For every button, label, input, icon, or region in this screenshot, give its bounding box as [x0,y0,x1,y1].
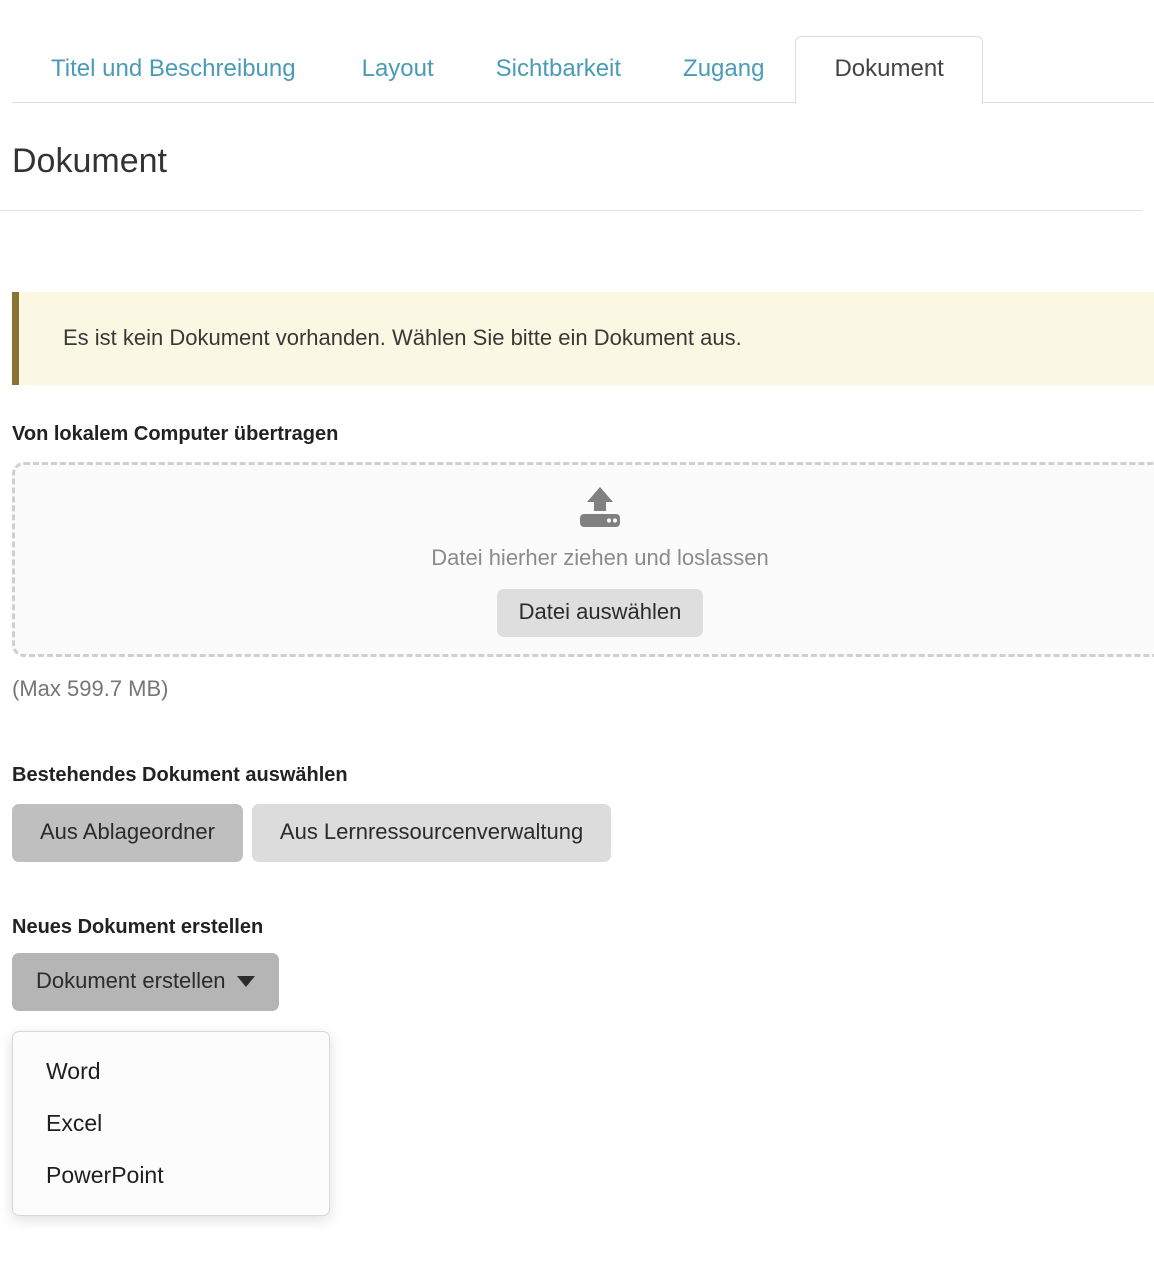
menu-item-excel[interactable]: Excel [13,1098,329,1150]
create-document-section: Neues Dokument erstellen Dokument erstel… [0,915,1154,1217]
tab-bar: Titel und Beschreibung Layout Sichtbarke… [0,0,1154,104]
tab-titel-und-beschreibung[interactable]: Titel und Beschreibung [12,36,331,103]
menu-item-powerpoint[interactable]: PowerPoint [13,1150,329,1202]
dropzone-text: Datei hierher ziehen und loslassen [431,545,769,571]
alert-message: Es ist kein Dokument vorhanden. Wählen S… [63,324,742,350]
local-upload-section: Von lokalem Computer übertragen Datei hi… [0,422,1154,702]
from-learning-resource-management-button[interactable]: Aus Lernressourcenverwaltung [251,804,612,863]
title-divider [0,209,1142,211]
choose-file-button[interactable]: Datei auswählen [496,589,704,638]
create-document-dropdown-button[interactable]: Dokument erstellen [12,953,279,1012]
existing-document-buttons: Aus Ablageordner Aus Lernressourcenverwa… [12,804,1154,863]
tab-sichtbarkeit[interactable]: Sichtbarkeit [465,36,652,103]
page-title: Dokument [12,142,167,180]
file-dropzone[interactable]: Datei hierher ziehen und loslassen Datei… [12,462,1154,658]
tab-dokument[interactable]: Dokument [795,36,983,104]
no-document-alert: Es ist kein Dokument vorhanden. Wählen S… [12,291,1154,386]
existing-document-label: Bestehendes Dokument auswählen [12,764,348,787]
chevron-down-icon [236,975,255,987]
upload-to-drive-icon [576,487,624,534]
tab-zugang[interactable]: Zugang [652,36,795,103]
create-document-button-label: Dokument erstellen [36,968,226,994]
from-storage-folder-button[interactable]: Aus Ablageordner [12,804,243,863]
local-upload-label: Von lokalem Computer übertragen [12,423,339,446]
menu-item-word[interactable]: Word [13,1046,329,1098]
create-document-menu: Word Excel PowerPoint [12,1031,330,1217]
max-filesize-text: (Max 599.7 MB) [12,676,169,702]
tab-layout[interactable]: Layout [331,36,465,103]
page-header: Dokument [0,103,1154,182]
existing-document-section: Bestehendes Dokument auswählen Aus Ablag… [0,763,1154,863]
create-document-label: Neues Dokument erstellen [12,916,264,939]
